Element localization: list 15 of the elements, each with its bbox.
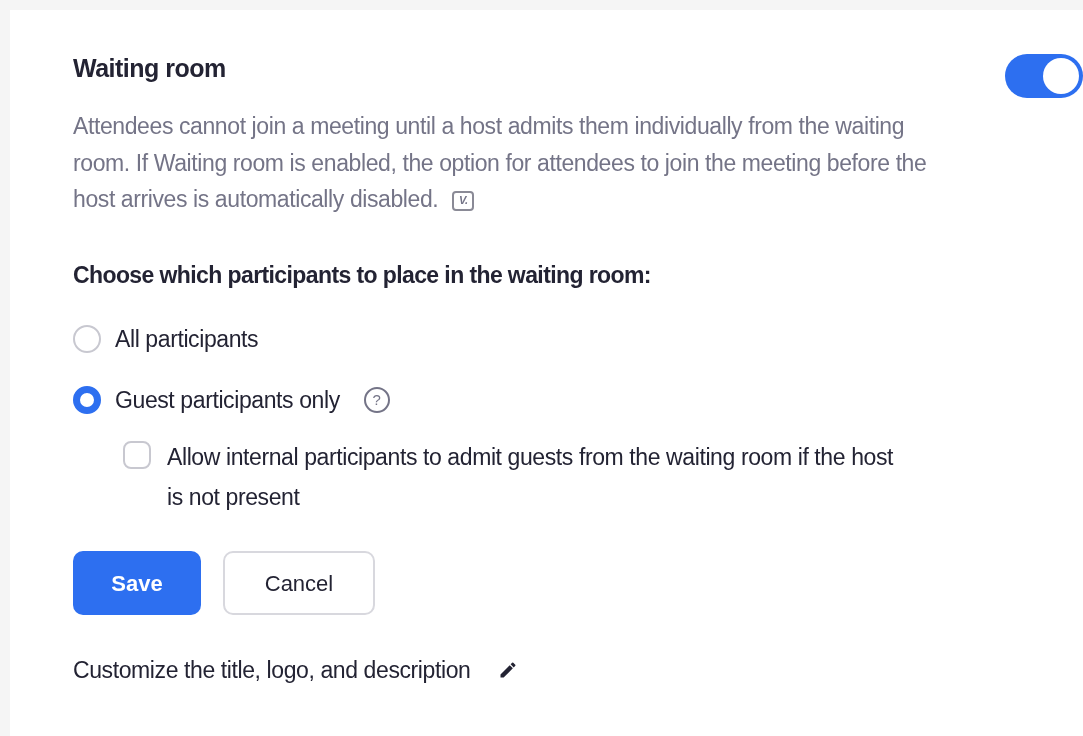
help-icon[interactable]: ? <box>363 386 390 413</box>
setting-description: Attendees cannot join a meeting until a host admits them individually from the waiting room. If Waiting room is enabled, the option for attendees to join the meeting before the host arrives is automatically disabled. V. <box>73 112 928 214</box>
cancel-button[interactable]: Cancel <box>223 551 375 615</box>
checkbox-label: Allow internal participants to admit guests from the waiting room if the host is not present <box>167 443 895 512</box>
toggle-switch[interactable] <box>1005 54 1083 98</box>
option-label: All participants <box>115 325 259 354</box>
setting-title: Waiting room <box>73 53 226 84</box>
save-button[interactable]: Save <box>73 551 201 615</box>
option-label: Guest participants only <box>115 385 340 415</box>
checkbox[interactable] <box>123 441 151 469</box>
question-label: Choose which participants to place in the waiting room: <box>73 260 652 290</box>
radio-button[interactable] <box>73 325 101 354</box>
radio-button[interactable] <box>73 385 101 414</box>
customize-label: Customize the title, logo, and description <box>73 656 471 685</box>
version-badge: V. <box>452 190 475 211</box>
